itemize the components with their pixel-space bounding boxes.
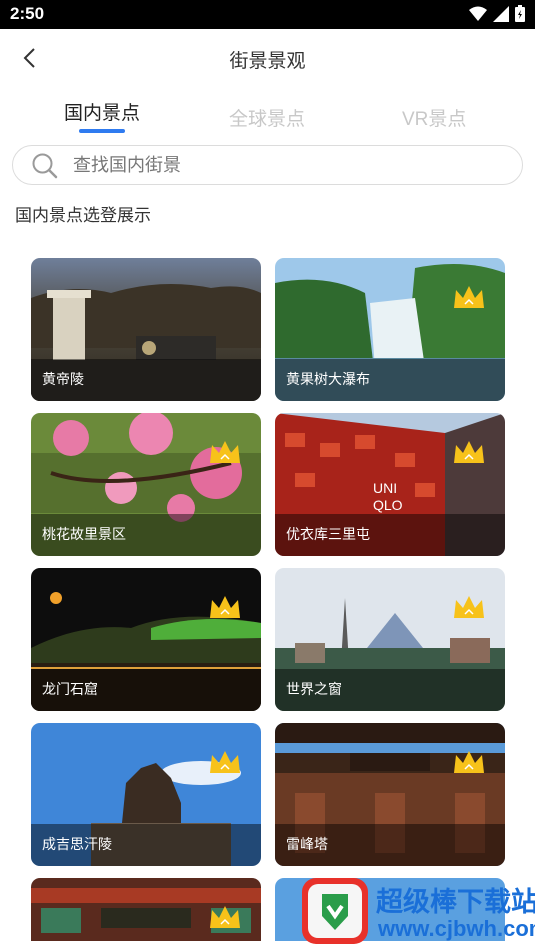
attraction-card-huangdiling[interactable]: 黄帝陵 (31, 258, 261, 401)
status-time: 2:50 (10, 4, 45, 23)
site-watermark: 超级棒下载站 www.cjbwh.com (296, 874, 535, 951)
card-label: 雷峰塔 (286, 836, 328, 852)
status-icons (469, 5, 525, 22)
wifi-icon (469, 6, 487, 21)
attraction-card-taohua[interactable]: 桃花故里景区 (31, 413, 261, 556)
vip-crown-icon (210, 906, 240, 928)
search-input[interactable] (73, 151, 493, 179)
section-title: 国内景点选登展示 (15, 206, 151, 225)
attraction-card-leifeng[interactable]: 雷峰塔 (275, 723, 505, 866)
vip-crown-icon (210, 441, 240, 463)
svg-text:UNI: UNI (373, 480, 397, 496)
card-label: 优衣库三里屯 (286, 526, 370, 542)
battery-icon (515, 5, 525, 22)
card-label: 龙门石窟 (42, 681, 98, 697)
page-title: 街景景观 (229, 51, 306, 72)
header: 街景景观 (0, 29, 535, 87)
vip-crown-icon (210, 596, 240, 618)
card-label: 桃花故里景区 (42, 526, 126, 542)
tab-vr[interactable]: VR景点 (402, 104, 466, 131)
attraction-card-uniqlo[interactable]: UNI QLO 优衣库三里屯 (275, 413, 505, 556)
watermark-logo-icon (302, 878, 368, 944)
status-bar: 2:50 (0, 0, 535, 29)
vip-crown-icon (454, 751, 484, 773)
vip-crown-icon (210, 751, 240, 773)
search-icon (32, 153, 58, 179)
svg-text:QLO: QLO (373, 497, 403, 513)
vip-crown-icon (454, 286, 484, 308)
signal-icon (493, 5, 509, 22)
vip-crown-icon (454, 441, 484, 463)
active-tab-indicator (79, 129, 125, 133)
card-label: 黄帝陵 (42, 371, 84, 387)
watermark-url: www.cjbwh.com (378, 916, 535, 941)
tab-bar: 国内景点 全球景点 VR景点 (0, 92, 535, 138)
tab-global[interactable]: 全球景点 (229, 104, 305, 131)
attraction-card-temple[interactable] (31, 878, 261, 941)
tab-domestic[interactable]: 国内景点 (64, 98, 140, 125)
search-box[interactable] (12, 145, 523, 185)
vip-crown-icon (454, 596, 484, 618)
card-label: 黄果树大瀑布 (286, 371, 370, 387)
card-label: 成吉思汗陵 (42, 836, 112, 852)
card-label: 世界之窗 (286, 681, 342, 697)
attraction-card-genghis[interactable]: 成吉思汗陵 (31, 723, 261, 866)
attraction-card-huangguoshu[interactable]: 黄果树大瀑布 (275, 258, 505, 401)
attraction-card-longmen[interactable]: 龙门石窟 (31, 568, 261, 711)
attraction-card-window-of-world[interactable]: 世界之窗 (275, 568, 505, 711)
watermark-title: 超级棒下载站 (376, 887, 535, 917)
